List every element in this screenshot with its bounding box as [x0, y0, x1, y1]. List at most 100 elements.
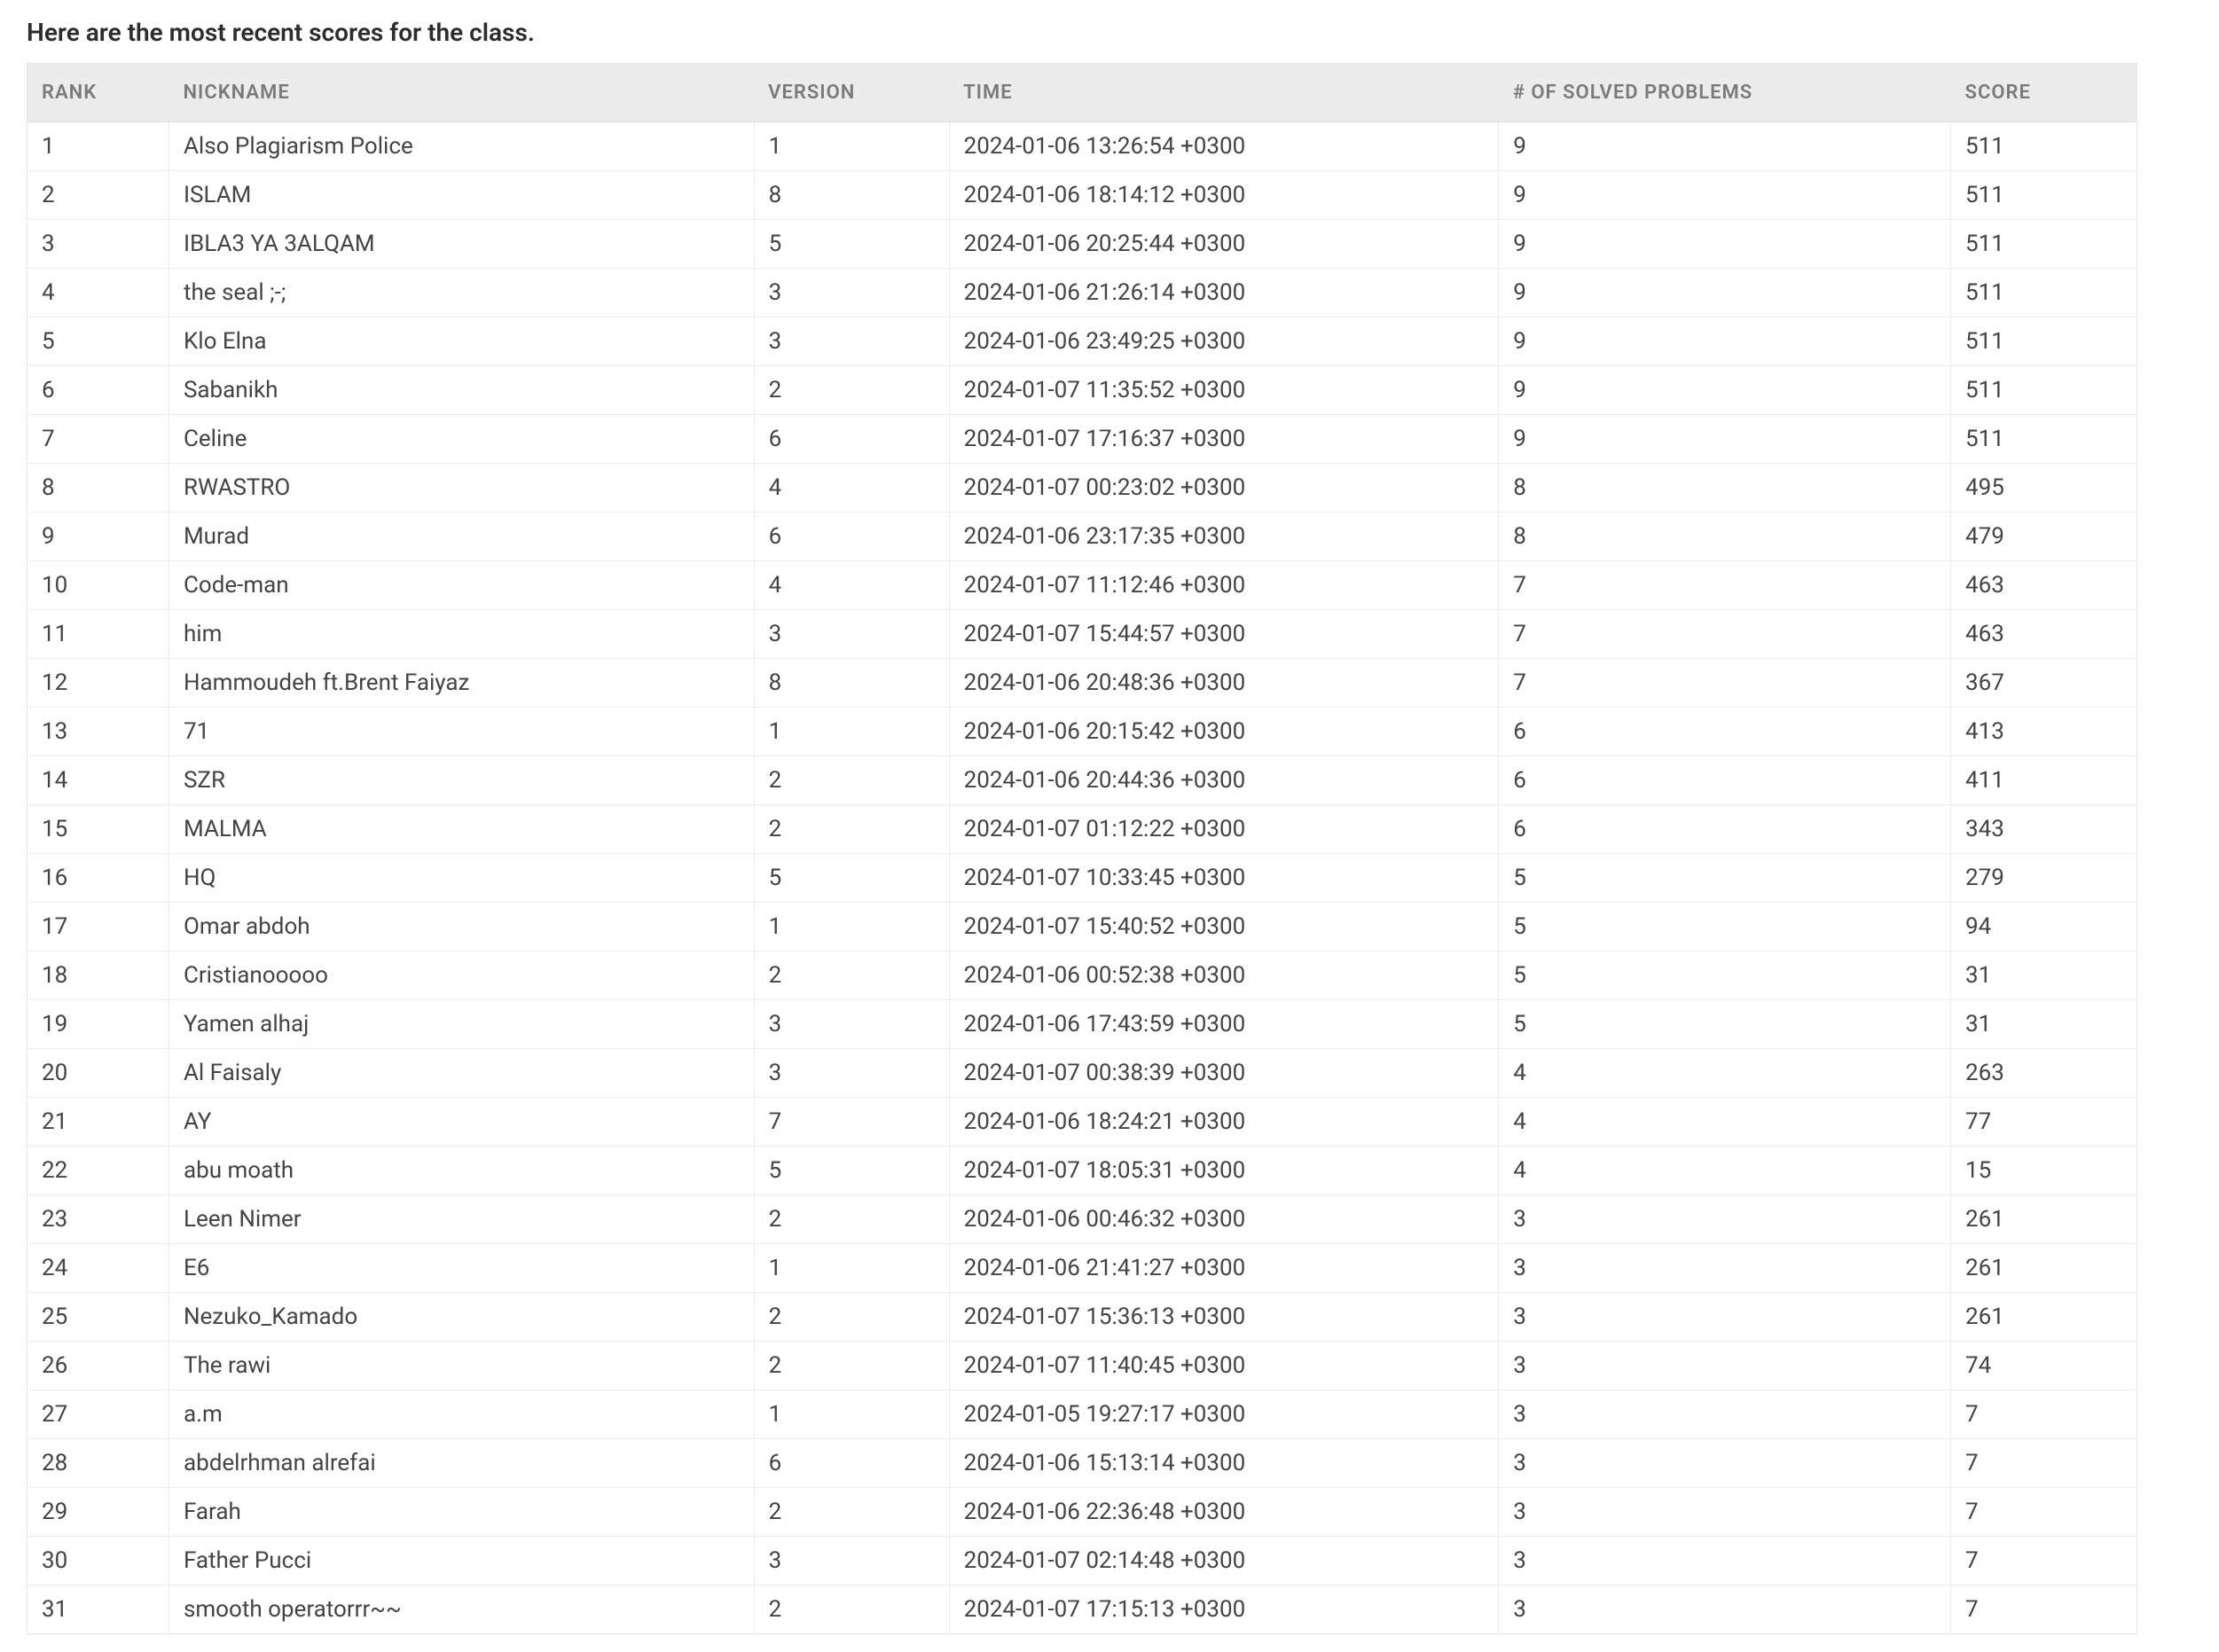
- cell-version: 8: [754, 659, 949, 708]
- header-score[interactable]: SCORE: [1951, 64, 2137, 122]
- cell-nickname: smooth operatorrr~~: [169, 1585, 754, 1634]
- cell-solved: 8: [1499, 464, 1951, 513]
- cell-time: 2024-01-06 00:46:32 +0300: [949, 1195, 1499, 1244]
- cell-solved: 6: [1499, 756, 1951, 805]
- cell-solved: 5: [1499, 854, 1951, 903]
- cell-version: 6: [754, 415, 949, 464]
- cell-rank: 10: [27, 561, 169, 610]
- scores-table: RANK NICKNAME VERSION TIME # OF SOLVED P…: [27, 63, 2137, 1634]
- cell-score: 7: [1951, 1390, 2137, 1439]
- cell-score: 343: [1951, 805, 2137, 854]
- cell-score: 511: [1951, 366, 2137, 415]
- cell-version: 3: [754, 1000, 949, 1049]
- cell-solved: 9: [1499, 122, 1951, 171]
- cell-time: 2024-01-07 01:12:22 +0300: [949, 805, 1499, 854]
- cell-time: 2024-01-07 11:40:45 +0300: [949, 1342, 1499, 1390]
- cell-nickname: Farah: [169, 1488, 754, 1537]
- cell-version: 3: [754, 610, 949, 659]
- cell-solved: 4: [1499, 1049, 1951, 1098]
- cell-solved: 4: [1499, 1098, 1951, 1147]
- table-row: 30Father Pucci32024-01-07 02:14:48 +0300…: [27, 1537, 2137, 1585]
- cell-nickname: SZR: [169, 756, 754, 805]
- cell-version: 2: [754, 1585, 949, 1634]
- cell-version: 8: [754, 171, 949, 220]
- cell-version: 3: [754, 1049, 949, 1098]
- cell-nickname: Leen Nimer: [169, 1195, 754, 1244]
- cell-score: 77: [1951, 1098, 2137, 1147]
- cell-rank: 15: [27, 805, 169, 854]
- table-row: 1Also Plagiarism Police12024-01-06 13:26…: [27, 122, 2137, 171]
- cell-score: 7: [1951, 1585, 2137, 1634]
- cell-version: 4: [754, 464, 949, 513]
- cell-version: 2: [754, 951, 949, 1000]
- cell-nickname: Al Faisaly: [169, 1049, 754, 1098]
- header-version[interactable]: VERSION: [754, 64, 949, 122]
- cell-nickname: Father Pucci: [169, 1537, 754, 1585]
- table-row: 5Klo Elna32024-01-06 23:49:25 +03009511: [27, 317, 2137, 366]
- table-row: 24E612024-01-06 21:41:27 +03003261: [27, 1244, 2137, 1293]
- cell-version: 5: [754, 220, 949, 269]
- header-nickname[interactable]: NICKNAME: [169, 64, 754, 122]
- cell-nickname: E6: [169, 1244, 754, 1293]
- table-row: 6Sabanikh22024-01-07 11:35:52 +03009511: [27, 366, 2137, 415]
- table-row: 9Murad62024-01-06 23:17:35 +03008479: [27, 513, 2137, 561]
- cell-time: 2024-01-07 17:15:13 +0300: [949, 1585, 1499, 1634]
- table-row: 21AY72024-01-06 18:24:21 +0300477: [27, 1098, 2137, 1147]
- cell-rank: 14: [27, 756, 169, 805]
- cell-score: 31: [1951, 951, 2137, 1000]
- table-row: 16HQ52024-01-07 10:33:45 +03005279: [27, 854, 2137, 903]
- cell-time: 2024-01-07 15:36:13 +0300: [949, 1293, 1499, 1342]
- cell-time: 2024-01-07 00:38:39 +0300: [949, 1049, 1499, 1098]
- cell-time: 2024-01-06 18:24:21 +0300: [949, 1098, 1499, 1147]
- cell-rank: 11: [27, 610, 169, 659]
- cell-time: 2024-01-07 11:35:52 +0300: [949, 366, 1499, 415]
- cell-time: 2024-01-07 18:05:31 +0300: [949, 1147, 1499, 1195]
- cell-time: 2024-01-07 15:44:57 +0300: [949, 610, 1499, 659]
- cell-time: 2024-01-06 13:26:54 +0300: [949, 122, 1499, 171]
- header-rank[interactable]: RANK: [27, 64, 169, 122]
- cell-time: 2024-01-07 11:12:46 +0300: [949, 561, 1499, 610]
- cell-rank: 19: [27, 1000, 169, 1049]
- cell-solved: 3: [1499, 1585, 1951, 1634]
- table-row: 26The rawi22024-01-07 11:40:45 +0300374: [27, 1342, 2137, 1390]
- cell-score: 511: [1951, 171, 2137, 220]
- cell-version: 1: [754, 1390, 949, 1439]
- cell-rank: 26: [27, 1342, 169, 1390]
- cell-solved: 6: [1499, 805, 1951, 854]
- cell-time: 2024-01-06 22:36:48 +0300: [949, 1488, 1499, 1537]
- header-time[interactable]: TIME: [949, 64, 1499, 122]
- cell-version: 1: [754, 903, 949, 951]
- table-row: 20Al Faisaly32024-01-07 00:38:39 +030042…: [27, 1049, 2137, 1098]
- cell-solved: 9: [1499, 366, 1951, 415]
- cell-score: 261: [1951, 1293, 2137, 1342]
- cell-time: 2024-01-07 02:14:48 +0300: [949, 1537, 1499, 1585]
- cell-nickname: Sabanikh: [169, 366, 754, 415]
- cell-time: 2024-01-06 18:14:12 +0300: [949, 171, 1499, 220]
- cell-time: 2024-01-06 23:17:35 +0300: [949, 513, 1499, 561]
- cell-score: 279: [1951, 854, 2137, 903]
- table-row: 23Leen Nimer22024-01-06 00:46:32 +030032…: [27, 1195, 2137, 1244]
- cell-solved: 3: [1499, 1244, 1951, 1293]
- header-solved[interactable]: # OF SOLVED PROBLEMS: [1499, 64, 1951, 122]
- cell-time: 2024-01-07 15:40:52 +0300: [949, 903, 1499, 951]
- table-row: 22abu moath52024-01-07 18:05:31 +0300415: [27, 1147, 2137, 1195]
- cell-solved: 3: [1499, 1537, 1951, 1585]
- cell-version: 3: [754, 269, 949, 317]
- cell-time: 2024-01-06 21:41:27 +0300: [949, 1244, 1499, 1293]
- cell-score: 463: [1951, 610, 2137, 659]
- cell-nickname: Nezuko_Kamado: [169, 1293, 754, 1342]
- table-header-row: RANK NICKNAME VERSION TIME # OF SOLVED P…: [27, 64, 2137, 122]
- cell-score: 463: [1951, 561, 2137, 610]
- cell-solved: 9: [1499, 269, 1951, 317]
- cell-nickname: AY: [169, 1098, 754, 1147]
- cell-time: 2024-01-06 17:43:59 +0300: [949, 1000, 1499, 1049]
- cell-score: 511: [1951, 317, 2137, 366]
- cell-version: 2: [754, 1488, 949, 1537]
- cell-rank: 17: [27, 903, 169, 951]
- cell-nickname: Omar abdoh: [169, 903, 754, 951]
- cell-rank: 7: [27, 415, 169, 464]
- table-row: 12Hammoudeh ft.Brent Faiyaz82024-01-06 2…: [27, 659, 2137, 708]
- cell-rank: 31: [27, 1585, 169, 1634]
- cell-rank: 6: [27, 366, 169, 415]
- cell-solved: 7: [1499, 610, 1951, 659]
